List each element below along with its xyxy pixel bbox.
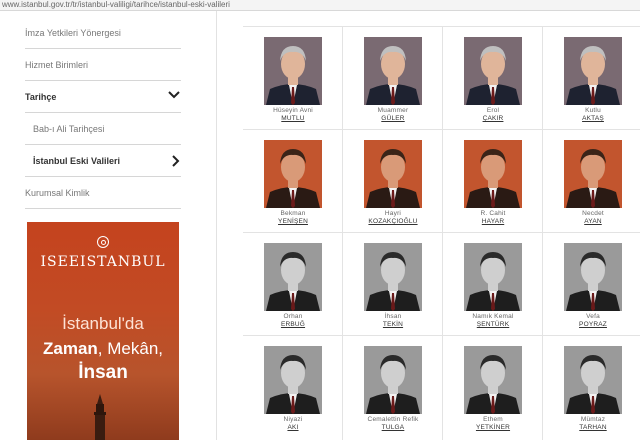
- divider: [25, 208, 181, 209]
- governor-first-name: Ethem: [483, 416, 503, 423]
- governor-photo[interactable]: [564, 37, 622, 105]
- promo-word: Zaman: [43, 339, 98, 358]
- sidebar-item-tarihce[interactable]: Tarihçe: [25, 90, 181, 102]
- url-text: www.istanbul.gov.tr/tr/istanbul-valiligi…: [2, 0, 230, 9]
- sidebar-item-label: Kurumsal Kimlik: [25, 188, 90, 198]
- governor-card[interactable]: Hüseyin Avni MUTLU: [243, 26, 343, 126]
- divider: [25, 176, 181, 177]
- governor-card[interactable]: Namık Kemal ŞENTÜRK: [443, 232, 543, 332]
- governor-last-name[interactable]: MUTLU: [243, 115, 343, 122]
- governor-first-name: Kutlu: [585, 107, 601, 114]
- governor-photo[interactable]: [464, 243, 522, 311]
- governor-photo[interactable]: [264, 243, 322, 311]
- governor-first-name: Hayri: [384, 210, 402, 217]
- promo-brand: ISEEISTANBUL: [40, 254, 166, 270]
- governor-last-name[interactable]: GÜLER: [343, 115, 443, 122]
- tower-icon: [94, 394, 106, 440]
- governor-card[interactable]: R. Cahit HAYAR: [443, 129, 543, 229]
- governor-card[interactable]: İhsan TEKİN: [343, 232, 443, 332]
- governor-first-name: Hüseyin Avni: [273, 107, 313, 114]
- governor-first-name: Orhan: [283, 313, 303, 320]
- sidebar-item-hizmet-birimleri[interactable]: Hizmet Birimleri: [25, 60, 181, 70]
- governor-photo[interactable]: [264, 346, 322, 414]
- sidebar-item-label: Tarihçe: [25, 92, 57, 102]
- governor-first-name: Vefa: [586, 313, 600, 320]
- divider: [25, 80, 181, 81]
- governor-last-name[interactable]: KOZAKÇIOĞLU: [343, 218, 443, 225]
- chevron-down-icon[interactable]: [167, 90, 181, 102]
- governor-last-name[interactable]: POYRAZ: [543, 321, 640, 328]
- divider: [216, 11, 217, 440]
- governor-photo[interactable]: [464, 140, 522, 208]
- sidebar-item-label: Bab-ı Ali Tarihçesi: [33, 124, 105, 134]
- governor-first-name: Cemalettin Refik: [367, 416, 419, 423]
- governor-card[interactable]: Necdet AYAN: [543, 129, 640, 229]
- promo-word: , Mekân,: [97, 339, 163, 358]
- governor-last-name[interactable]: TULGA: [343, 424, 443, 431]
- governor-photo[interactable]: [264, 140, 322, 208]
- governor-last-name[interactable]: TARHAN: [543, 424, 640, 431]
- promo-line: Zaman, Mekân,: [27, 339, 179, 359]
- sidebar-item-bab-i-ali[interactable]: Bab-ı Ali Tarihçesi: [33, 124, 181, 134]
- governor-card[interactable]: Niyazi AKI: [243, 335, 343, 435]
- governor-photo[interactable]: [464, 346, 522, 414]
- governor-first-name: Erol: [486, 107, 500, 114]
- governor-card[interactable]: Cemalettin Refik TULGA: [343, 335, 443, 435]
- sidebar-item-istanbul-eski-valileri[interactable]: İstanbul Eski Valileri: [33, 155, 181, 167]
- governor-photo[interactable]: [364, 243, 422, 311]
- governor-photo[interactable]: [364, 346, 422, 414]
- governor-card[interactable]: Mümtaz TARHAN: [543, 335, 640, 435]
- promo-line: İnsan: [78, 362, 128, 383]
- governor-photo[interactable]: [364, 140, 422, 208]
- divider: [25, 112, 181, 113]
- promo-line: İstanbul'da: [62, 314, 144, 333]
- sidebar-item-label: Hizmet Birimleri: [25, 60, 88, 70]
- governor-photo[interactable]: [564, 243, 622, 311]
- governor-card[interactable]: Muammer GÜLER: [343, 26, 443, 126]
- governor-card[interactable]: Bekman YENİŞEN: [243, 129, 343, 229]
- governor-photo[interactable]: [464, 37, 522, 105]
- governor-first-name: Bekman: [280, 210, 306, 217]
- governor-photo[interactable]: [364, 37, 422, 105]
- governors-grid: Hüseyin Avni MUTLU Muammer GÜLER Erol ÇAKIR Ku…: [243, 26, 640, 440]
- governor-last-name[interactable]: ÇAKIR: [443, 115, 543, 122]
- chevron-right-icon[interactable]: [171, 154, 181, 170]
- governor-last-name[interactable]: TEKİN: [343, 321, 443, 328]
- sidebar-item-label: İstanbul Eski Valileri: [33, 156, 121, 166]
- governor-card[interactable]: Vefa POYRAZ: [543, 232, 640, 332]
- governor-card[interactable]: Kutlu AKTAŞ: [543, 26, 640, 126]
- governor-photo[interactable]: [564, 346, 622, 414]
- governor-first-name: R. Cahit: [480, 210, 506, 217]
- governor-first-name: Muammer: [377, 107, 409, 114]
- governor-card[interactable]: Erol ÇAKIR: [443, 26, 543, 126]
- governor-card[interactable]: Ethem YETKİNER: [443, 335, 543, 435]
- sidebar-item-imza-yetkileri[interactable]: İmza Yetkileri Yönergesi: [25, 28, 181, 38]
- governor-card[interactable]: Orhan ERBUĞ: [243, 232, 343, 332]
- governor-first-name: Mümtaz: [580, 416, 606, 423]
- governor-last-name[interactable]: ŞENTÜRK: [443, 321, 543, 328]
- governor-card[interactable]: Hayri KOZAKÇIOĞLU: [343, 129, 443, 229]
- governor-first-name: Niyazi: [283, 416, 303, 423]
- governor-photo[interactable]: [564, 140, 622, 208]
- promo-banner[interactable]: ISEEISTANBUL İstanbul'da Zaman, Mekân, İ…: [27, 222, 179, 440]
- governor-first-name: Namık Kemal: [472, 313, 514, 320]
- governor-last-name[interactable]: HAYAR: [443, 218, 543, 225]
- governor-last-name[interactable]: AYAN: [543, 218, 640, 225]
- governor-last-name[interactable]: AKTAŞ: [543, 115, 640, 122]
- divider: [25, 48, 181, 49]
- divider: [25, 144, 181, 145]
- governor-last-name[interactable]: YETKİNER: [443, 424, 543, 431]
- governor-photo[interactable]: [264, 37, 322, 105]
- sidebar-item-kurumsal-kimlik[interactable]: Kurumsal Kimlik: [25, 188, 181, 198]
- address-bar[interactable]: www.istanbul.gov.tr/tr/istanbul-valiligi…: [0, 0, 640, 11]
- governor-last-name[interactable]: ERBUĞ: [243, 321, 343, 328]
- governor-first-name: İhsan: [384, 313, 402, 320]
- governor-first-name: Necdet: [582, 210, 604, 217]
- sidebar-item-label: İmza Yetkileri Yönergesi: [25, 28, 121, 38]
- brand-logo-icon: [97, 236, 109, 248]
- governor-last-name[interactable]: AKI: [243, 424, 343, 431]
- governor-last-name[interactable]: YENİŞEN: [243, 218, 343, 225]
